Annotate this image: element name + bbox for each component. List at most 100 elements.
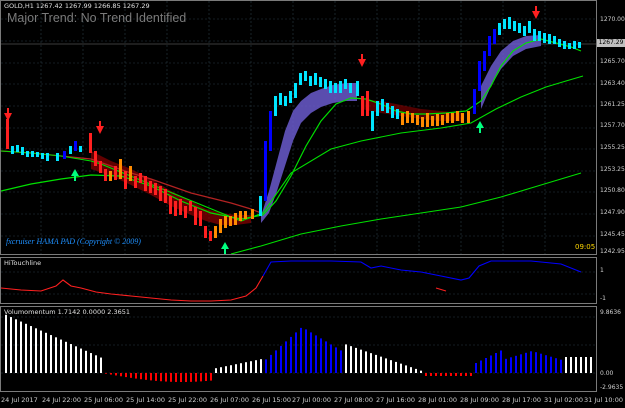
histogram-bar [435,373,437,376]
time-tick: 27 Jul 08:00 [334,396,373,404]
histogram-bar [160,373,162,382]
histogram-bar [65,341,67,373]
price-tick: 1245.45 [600,231,625,238]
histogram-bar [500,350,502,373]
histogram-bar [585,357,587,373]
price-tick: 1255.25 [600,144,625,151]
histogram-bar [315,335,317,373]
price-chart-pane[interactable]: GOLD,H1 1267.42 1267.99 1266.85 1267.29 … [0,0,597,255]
volumomentum-scale[interactable]: 9.8636 0.00 -2.9635 [597,306,625,392]
histogram-bar [550,356,552,373]
histogram-bar [365,351,367,373]
histogram-bar [245,362,247,373]
histogram-bar [525,352,527,373]
histogram-bar [120,373,122,377]
histogram-bar [225,366,227,373]
histogram-bar [310,332,312,373]
hitouchline-label: HiTouchline [4,259,42,267]
histogram-bar [100,357,102,373]
histogram-bar [195,373,197,382]
histogram-bar [350,346,352,373]
time-axis[interactable]: 24 Jul 2017 24 Jul 22:00 25 Jul 06:00 25… [0,393,625,408]
histogram-bar [320,338,322,373]
up-arrow-icon [221,242,229,254]
histogram-bar [210,373,212,381]
histogram-bar [390,360,392,373]
price-tick: 1257.70 [600,122,625,129]
histogram-bar [560,359,562,373]
histogram-bar [570,357,572,373]
histogram-bar [380,356,382,373]
histogram-bar [485,358,487,373]
histogram-bar [20,321,22,373]
histogram-bar [265,359,267,373]
histogram-bar [85,350,87,373]
time-tick: 27 Jul 00:00 [292,396,331,404]
histogram-bar [205,373,207,382]
time-tick: 31 Jul 02:00 [544,396,583,404]
histogram-bar [200,373,202,382]
histogram-bar [490,355,492,373]
histogram-bar [235,364,237,373]
up-arrow-icon [476,121,484,133]
down-arrow-icon [4,108,12,121]
histogram-bar [535,352,537,373]
volumomentum-pane[interactable]: Volumomentum 1.7142 0.0000 2.3651 [0,306,597,392]
histogram-bar [425,373,427,376]
histogram-bar [385,358,387,373]
histogram-bar [140,373,142,380]
histogram-bar [440,373,442,376]
histogram-bar [540,353,542,373]
histogram-bar [580,357,582,373]
histogram-bar [495,353,497,373]
histogram-bar [345,344,347,373]
histogram-bar [375,354,377,373]
price-tick: 1261.25 [600,101,625,108]
time-label: 09:05 [575,243,596,251]
histogram-bar [545,355,547,373]
histogram-bar [565,357,567,373]
price-tick: 1250.80 [600,187,625,194]
hitouchline-tick: -1 [600,295,606,302]
histogram-bar [115,373,117,376]
histogram-bar [130,373,132,378]
histogram-bar [240,363,242,373]
histogram-bar [415,368,417,373]
hitouchline-scale[interactable]: 1 -1 [597,257,625,304]
histogram-bar [300,327,302,373]
histogram-bar [405,365,407,373]
down-arrow-icon [96,121,104,134]
current-price-tag: 1267.29 [597,39,625,47]
histogram-bar [260,359,262,373]
hitouchline-red [1,275,264,302]
histogram-bar [45,332,47,373]
histogram-bar [190,373,192,382]
time-tick: 25 Jul 14:00 [126,396,165,404]
histogram-bar [460,373,462,376]
histogram-bar [330,344,332,373]
histogram-bar [135,373,137,379]
hitouchline-canvas [1,260,596,302]
time-tick: 26 Jul 07:00 [210,396,249,404]
price-tick: 1265.70 [600,58,625,65]
hitouchline-pane[interactable]: HiTouchline [0,257,597,304]
time-tick: 28 Jul 01:00 [418,396,457,404]
histogram-bar [520,354,522,373]
down-arrow-icon [358,54,366,67]
volumomentum-canvas [1,314,596,382]
histogram-bar [280,345,282,373]
volumomentum-tick: 9.8636 [600,309,621,316]
down-arrow-icon [532,6,540,19]
histogram-bar [30,326,32,373]
histogram-bar [510,357,512,373]
histogram-bar [335,347,337,373]
histogram-bar [25,323,27,373]
histogram-bar [475,363,477,373]
price-tick: 1270.00 [600,16,625,23]
histogram-bar [90,353,92,373]
volumomentum-tick: 0.00 [600,370,614,377]
histogram-bar [170,373,172,382]
symbol-info: GOLD,H1 1267.42 1267.99 1266.85 1267.29 [4,2,150,10]
histogram-bar [575,357,577,373]
histogram-bar [445,373,447,376]
